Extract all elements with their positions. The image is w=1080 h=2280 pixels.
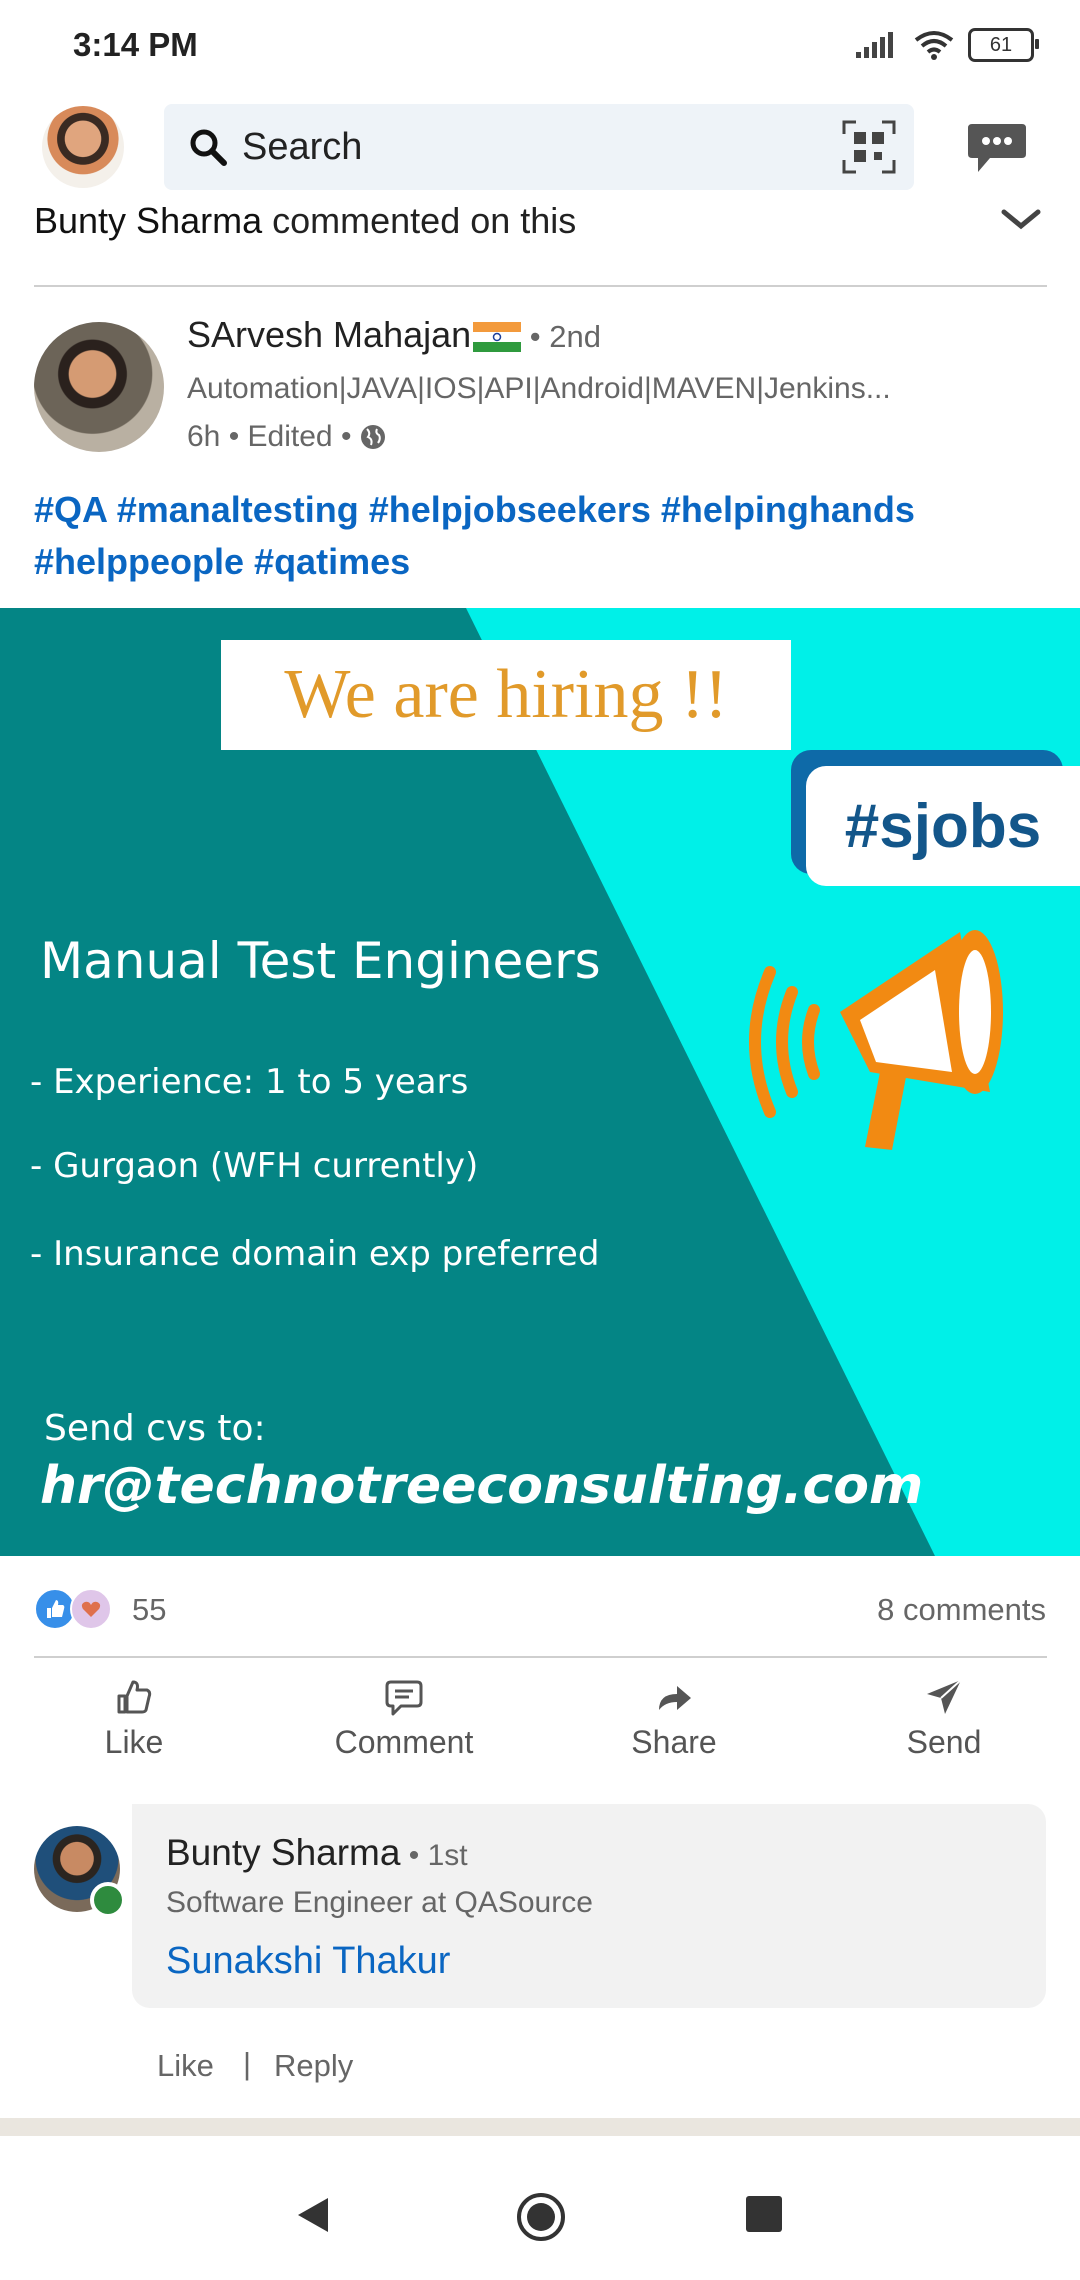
share-label: Share — [631, 1724, 717, 1760]
home-icon[interactable] — [516, 2192, 566, 2242]
qr-scan-icon[interactable] — [842, 120, 896, 174]
recent-apps-icon[interactable] — [746, 2196, 782, 2232]
author-name[interactable]: SArvesh Mahajan — [187, 314, 471, 355]
connection-degree: • 2nd — [521, 319, 601, 354]
requirement-item: - Insurance domain exp preferred — [30, 1234, 600, 1274]
thumbs-up-icon — [117, 1680, 152, 1714]
profile-avatar[interactable] — [42, 106, 124, 188]
share-icon — [659, 1686, 691, 1710]
divider — [34, 285, 1047, 287]
comment-action-separator: | — [243, 2046, 252, 2081]
battery-level: 61 — [989, 33, 1013, 56]
send-icon — [927, 1679, 962, 1714]
online-status-indicator — [90, 1882, 126, 1918]
chevron-down-icon[interactable] — [1000, 204, 1042, 234]
like-label: Like — [104, 1724, 164, 1760]
requirement-item: - Gurgaon (WFH currently) — [30, 1146, 479, 1186]
author-name-row[interactable]: SArvesh Mahajan • 2nd — [187, 314, 601, 356]
commenter-name-row[interactable]: Bunty Sharma • 1st — [166, 1832, 468, 1874]
mention-link[interactable]: Sunakshi Thakur — [166, 1940, 450, 1983]
author-headline: Automation|JAVA|IOS|API|Android|MAVEN|Je… — [187, 372, 891, 405]
wifi-icon — [914, 31, 954, 60]
hiring-banner-text: We are hiring !! — [284, 656, 728, 733]
megaphone-icon — [749, 930, 1003, 1150]
india-flag-icon — [473, 322, 522, 353]
battery-icon: 61 — [968, 28, 1039, 62]
comment-reply-button[interactable]: Reply — [274, 2048, 353, 2084]
comment-label: Comment — [334, 1724, 474, 1760]
post-time: 6h • Edited • — [187, 420, 352, 453]
comment-count[interactable]: 8 comments — [877, 1592, 1046, 1628]
send-cv-label: Send cvs to: — [44, 1408, 266, 1449]
author-avatar[interactable] — [34, 322, 164, 452]
reaction-icons[interactable] — [34, 1588, 112, 1630]
love-reaction-icon — [70, 1588, 112, 1630]
status-icons: 61 — [856, 28, 1039, 62]
commenter-name[interactable]: Bunty Sharma — [166, 1832, 400, 1873]
post-hashtags[interactable]: #QA #manaltesting #helpjobseekers #helpi… — [34, 484, 1044, 588]
feed-separator — [0, 2118, 1080, 2136]
sjobs-tag: #sjobs — [806, 766, 1080, 886]
sjobs-tag-text: #sjobs — [844, 791, 1042, 861]
requirement-item: - Experience: 1 to 5 years — [30, 1062, 469, 1102]
search-bar[interactable]: Search — [164, 104, 914, 190]
send-button[interactable]: Send — [834, 1676, 1054, 1776]
activity-action: commented on this — [262, 200, 577, 241]
like-button[interactable]: Like — [24, 1676, 244, 1776]
connection-degree: • 1st — [400, 1839, 468, 1872]
comment-button[interactable]: Comment — [294, 1676, 514, 1776]
contact-email: hr@technotreeconsulting.com — [40, 1456, 924, 1516]
search-icon — [190, 129, 227, 166]
globe-icon — [361, 425, 386, 449]
activity-actor[interactable]: Bunty Sharma — [34, 200, 262, 241]
search-input[interactable]: Search — [242, 126, 362, 169]
reaction-count[interactable]: 55 — [132, 1592, 166, 1628]
comment-icon — [385, 1680, 423, 1716]
hiring-banner: We are hiring !! — [221, 640, 791, 750]
comment-like-button[interactable]: Like — [157, 2048, 214, 2084]
back-icon[interactable] — [296, 2196, 330, 2234]
job-title: Manual Test Engineers — [40, 932, 601, 990]
activity-header: Bunty Sharma commented on this — [34, 200, 576, 242]
messaging-icon[interactable] — [966, 120, 1028, 176]
divider — [34, 1656, 1047, 1658]
commenter-headline: Software Engineer at QASource — [166, 1886, 593, 1919]
post-time-row: 6h • Edited • — [187, 420, 387, 454]
status-time: 3:14 PM — [73, 26, 198, 63]
send-label: Send — [906, 1724, 982, 1760]
signal-icon — [856, 32, 893, 58]
share-button[interactable]: Share — [564, 1676, 784, 1776]
